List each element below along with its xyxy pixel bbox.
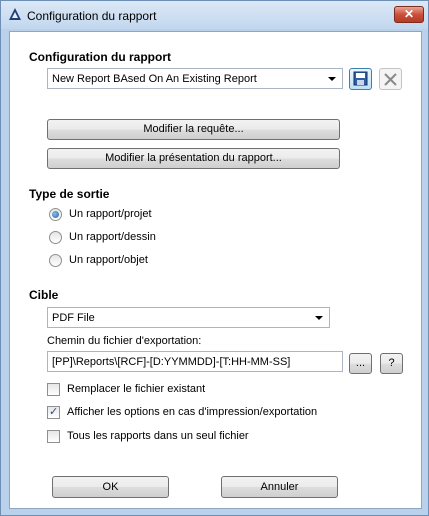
title-bar[interactable]: Configuration du rapport ✕ — [1, 1, 428, 29]
output-type-heading: Type de sortie — [29, 187, 110, 201]
dialog-body: Configuration du rapport New Report BAse… — [9, 31, 422, 509]
checkbox[interactable] — [47, 383, 60, 396]
modify-query-button[interactable]: Modifier la requête... — [47, 119, 340, 140]
close-button[interactable]: ✕ — [394, 6, 424, 23]
format-select[interactable]: PDF File — [47, 307, 330, 328]
chevron-down-icon — [315, 316, 323, 320]
chevron-down-icon — [328, 77, 336, 81]
checkbox[interactable]: ✓ — [47, 406, 60, 419]
report-config-heading: Configuration du rapport — [29, 50, 171, 64]
save-icon — [353, 71, 368, 86]
ok-button[interactable]: OK — [52, 476, 169, 498]
delete-report-button[interactable] — [379, 68, 402, 90]
radio-button[interactable] — [49, 254, 62, 267]
export-path-label: Chemin du fichier d'exportation: — [47, 335, 202, 347]
checkbox-label: Remplacer le fichier existant — [67, 383, 206, 395]
radio-button[interactable] — [49, 231, 62, 244]
target-heading: Cible — [29, 288, 59, 302]
report-select-value: New Report BAsed On An Existing Report — [52, 73, 257, 85]
app-logo-icon — [9, 8, 21, 20]
export-path-field[interactable]: [PP]\Reports\[RCF]-[D:YYMMDD]-[T:HH-MM-S… — [47, 351, 343, 372]
dialog-window: Configuration du rapport ✕ Configuration… — [0, 0, 429, 516]
checkmark-icon: ✓ — [49, 406, 59, 418]
report-select[interactable]: New Report BAsed On An Existing Report — [47, 68, 343, 89]
close-icon — [384, 73, 397, 86]
radio-label: Un rapport/projet — [69, 208, 152, 220]
help-button[interactable]: ? — [380, 353, 403, 374]
window-title: Configuration du rapport — [27, 9, 157, 23]
browse-button[interactable]: ... — [349, 353, 372, 374]
radio-label: Un rapport/dessin — [69, 231, 156, 243]
modify-presentation-button[interactable]: Modifier la présentation du rapport... — [47, 148, 340, 169]
checkbox[interactable] — [47, 430, 60, 443]
format-select-value: PDF File — [52, 312, 95, 324]
export-path-value: [PP]\Reports\[RCF]-[D:YYMMDD]-[T:HH-MM-S… — [52, 356, 291, 368]
cancel-button[interactable]: Annuler — [221, 476, 338, 498]
radio-button[interactable] — [49, 208, 62, 221]
checkbox-label: Afficher les options en cas d'impression… — [67, 406, 318, 418]
checkbox-label: Tous les rapports dans un seul fichier — [67, 430, 249, 442]
save-report-button[interactable] — [349, 68, 372, 90]
radio-label: Un rapport/objet — [69, 254, 148, 266]
